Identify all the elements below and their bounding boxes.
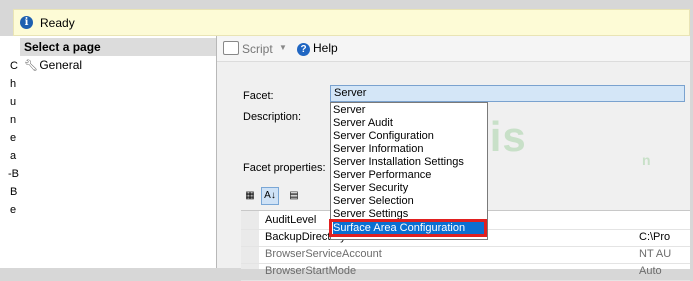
help-icon: ? xyxy=(297,43,310,56)
select-page-title: Select a page xyxy=(24,40,101,54)
strip-char: -B xyxy=(8,168,19,180)
select-page-header: Select a page xyxy=(20,38,216,56)
sort-alphabetical-icon[interactable]: A↓ xyxy=(261,187,279,205)
strip-char: h xyxy=(10,78,17,90)
strip-char: a xyxy=(10,150,17,162)
categorized-icon[interactable]: ▦ xyxy=(241,187,259,205)
strip-char: e xyxy=(10,204,17,216)
facet-combobox[interactable]: Server xyxy=(330,85,685,102)
status-bar: i Ready xyxy=(13,9,690,36)
status-text: Ready xyxy=(40,16,75,30)
content-pane: Script ▼ ? Help Facet: Description: Facet… xyxy=(217,36,690,281)
strip-char: u xyxy=(10,96,17,108)
table-row[interactable]: BrowserServiceAccount NT AU xyxy=(241,247,690,264)
property-name: AuditLevel xyxy=(265,214,317,226)
watermark-sub: n xyxy=(642,152,651,168)
page-selector-pane: Select a page 🔧︎ General xyxy=(20,36,217,268)
strip-char: C xyxy=(10,60,18,72)
dropdown-item[interactable]: Server Information xyxy=(333,143,485,156)
wrench-icon: 🔧︎ xyxy=(24,60,38,72)
script-label: Script xyxy=(242,42,273,56)
page-item-general[interactable]: 🔧︎ General xyxy=(24,58,82,72)
facet-properties-label: Facet properties: xyxy=(243,162,326,174)
background-window-strip: C h u n e a -B B e xyxy=(0,36,21,268)
strip-char: B xyxy=(10,186,18,198)
property-name: BrowserStartMode xyxy=(265,265,357,277)
annotation-highlight-box xyxy=(329,219,487,237)
dropdown-item[interactable]: Server Security xyxy=(333,182,485,195)
dropdown-item[interactable]: Server Audit xyxy=(333,117,485,130)
info-icon: i xyxy=(20,16,33,29)
toolbar: Script ▼ ? Help xyxy=(217,36,690,62)
dropdown-item[interactable]: Server Installation Settings xyxy=(333,156,485,169)
property-value: C:\Pro xyxy=(639,231,671,243)
facet-label: Facet: xyxy=(243,90,274,102)
page-item-label: General xyxy=(39,58,83,72)
dropdown-item[interactable]: Server Selection xyxy=(333,195,485,208)
property-value: NT AU xyxy=(639,248,672,260)
facet-value: Server xyxy=(334,87,367,99)
dropdown-item[interactable]: Server Performance xyxy=(333,169,485,182)
dropdown-item[interactable]: Server Configuration xyxy=(333,130,485,143)
property-pages-icon[interactable]: ▤ xyxy=(285,187,303,205)
strip-char: e xyxy=(10,132,17,144)
strip-char: n xyxy=(10,114,17,126)
help-label: Help xyxy=(313,41,338,55)
property-name: BrowserServiceAccount xyxy=(265,248,382,260)
table-row[interactable]: BrowserStartMode Auto xyxy=(241,264,690,281)
property-value: Auto xyxy=(639,265,662,277)
script-icon xyxy=(223,41,239,55)
chevron-down-icon[interactable]: ▼ xyxy=(279,43,287,52)
dropdown-item[interactable]: Server xyxy=(333,104,485,117)
description-label: Description: xyxy=(243,111,302,123)
help-button[interactable]: ? Help xyxy=(297,41,338,56)
script-button[interactable]: Script xyxy=(223,41,273,56)
